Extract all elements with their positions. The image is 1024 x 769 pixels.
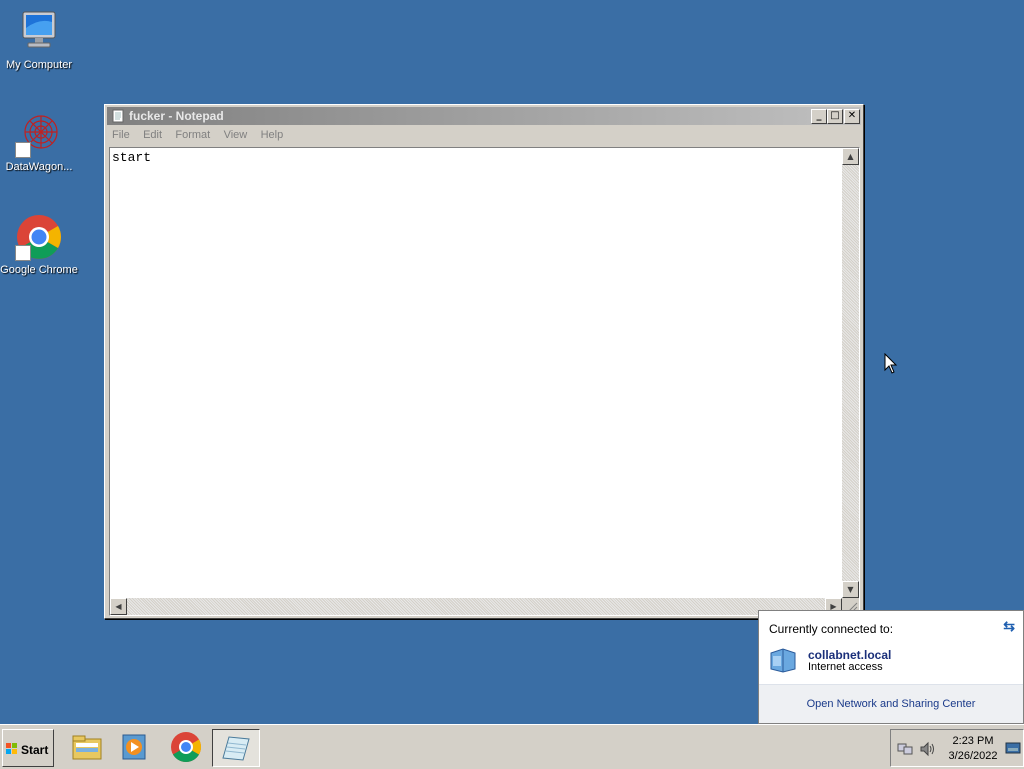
scroll-left-icon[interactable]: ◀ — [110, 598, 127, 615]
clock-date: 3/26/2022 — [948, 750, 998, 762]
mouse-cursor-icon — [884, 352, 898, 378]
menu-help[interactable]: Help — [256, 127, 289, 143]
notepad-icon — [111, 109, 125, 123]
computer-icon — [15, 8, 63, 56]
title-bar[interactable]: fucker - Notepad _ □ ✕ — [107, 107, 861, 125]
horizontal-scrollbar[interactable]: ◀ ▶ — [110, 598, 842, 615]
maximize-button[interactable]: □ — [827, 109, 843, 124]
network-name: collabnet.local — [808, 648, 892, 662]
menu-format[interactable]: Format — [170, 127, 215, 143]
text-editor[interactable]: start ▲ ▼ ◀ ▶ — [109, 147, 860, 616]
refresh-icon[interactable]: ⇆ — [1003, 618, 1015, 635]
shortcut-arrow-icon — [15, 245, 31, 261]
desktop-icon-label: Google Chrome — [0, 264, 78, 276]
network-tray-icon[interactable] — [897, 741, 913, 760]
popup-footer: Open Network and Sharing Center — [759, 684, 1023, 723]
desktop-icon-my-computer[interactable]: My Computer — [0, 8, 78, 71]
vertical-scrollbar[interactable]: ▲ ▼ — [842, 148, 859, 598]
file-explorer-icon[interactable] — [64, 729, 110, 765]
taskbar: Start 2:23 PM 3/26/2022 — [0, 724, 1024, 769]
clock[interactable]: 2:23 PM 3/26/2022 — [943, 734, 1003, 764]
open-network-sharing-center-link[interactable]: Open Network and Sharing Center — [807, 698, 976, 710]
menu-bar: File Edit Format View Help — [107, 127, 861, 145]
minimize-button[interactable]: _ — [811, 109, 827, 124]
menu-view[interactable]: View — [219, 127, 253, 143]
network-domain-icon — [768, 647, 798, 673]
show-desktop-icon[interactable] — [1005, 742, 1021, 757]
chrome-icon — [15, 213, 63, 261]
desktop-icon-google-chrome[interactable]: Google Chrome — [0, 213, 78, 276]
desktop-icon-label: DataWagon... — [5, 161, 73, 173]
start-label: Start — [21, 743, 49, 757]
menu-edit[interactable]: Edit — [138, 127, 167, 143]
close-button[interactable]: ✕ — [844, 109, 860, 124]
network-status-popup: Currently connected to: ⇆ collabnet.loca… — [758, 610, 1024, 724]
scroll-up-icon[interactable]: ▲ — [842, 148, 859, 165]
desktop-icon-label: My Computer — [5, 59, 73, 71]
popup-header: Currently connected to: — [769, 622, 894, 636]
scroll-down-icon[interactable]: ▼ — [842, 581, 859, 598]
start-button[interactable]: Start — [2, 729, 54, 767]
network-access-status: Internet access — [808, 661, 883, 673]
datawagon-icon — [15, 110, 63, 158]
notepad-window[interactable]: fucker - Notepad _ □ ✕ File Edit Format … — [104, 104, 864, 619]
editor-text[interactable]: start — [112, 150, 839, 595]
shortcut-arrow-icon — [15, 142, 31, 158]
chrome-icon[interactable] — [163, 729, 209, 765]
window-title: fucker - Notepad — [129, 109, 224, 123]
desktop-icon-datawagon[interactable]: DataWagon... — [0, 110, 78, 173]
volume-icon[interactable] — [919, 741, 937, 760]
menu-file[interactable]: File — [107, 127, 135, 143]
system-tray: 2:23 PM 3/26/2022 — [890, 729, 1024, 767]
windows-logo-icon — [6, 743, 18, 754]
notepad-icon[interactable] — [212, 729, 260, 767]
media-player-icon[interactable] — [112, 729, 158, 765]
clock-time: 2:23 PM — [952, 735, 994, 747]
